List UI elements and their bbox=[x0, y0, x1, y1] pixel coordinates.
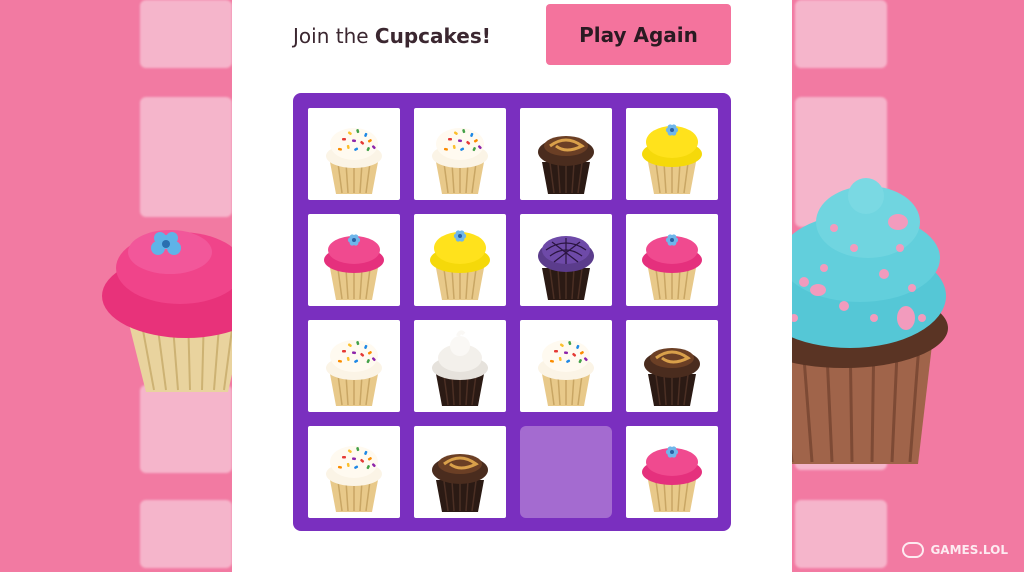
cupcake-tile-chocolate-swirl[interactable] bbox=[626, 320, 718, 412]
empty-tile[interactable] bbox=[520, 426, 612, 518]
cupcake-tile-pink-flower[interactable] bbox=[308, 214, 400, 306]
bg-tile bbox=[140, 0, 232, 68]
chocolate-swirl-cupcake-icon bbox=[538, 136, 594, 194]
chocolate-swirl-cupcake-icon bbox=[644, 348, 700, 406]
title-bold: Cupcakes! bbox=[374, 24, 491, 48]
bg-tile bbox=[795, 0, 887, 68]
cupcake-tile-vanilla-sprinkles[interactable] bbox=[308, 108, 400, 200]
page-title: Join the Cupcakes! bbox=[293, 21, 491, 51]
chocolate-swirl-cupcake-icon bbox=[432, 454, 488, 512]
vanilla-sprinkles-cupcake-icon bbox=[432, 128, 488, 194]
pink-flower-cupcake-icon bbox=[642, 234, 702, 300]
bg-tile bbox=[140, 500, 232, 568]
cupcake-tile-chocolate-swirl[interactable] bbox=[414, 426, 506, 518]
meringue-cupcake-icon bbox=[432, 330, 488, 406]
vanilla-sprinkles-cupcake-icon bbox=[326, 128, 382, 194]
cupcake-tile-chocolate-swirl[interactable] bbox=[520, 108, 612, 200]
title-prefix: Join the bbox=[293, 24, 375, 48]
cupcake-tile-vanilla-sprinkles[interactable] bbox=[308, 320, 400, 412]
vanilla-sprinkles-cupcake-icon bbox=[326, 446, 382, 512]
pink-flower-cupcake-icon bbox=[642, 446, 702, 512]
vanilla-sprinkles-cupcake-icon bbox=[538, 340, 594, 406]
puzzle-board bbox=[293, 93, 731, 531]
bg-tile bbox=[140, 97, 232, 217]
cupcake-tile-pink-flower[interactable] bbox=[626, 214, 718, 306]
gamepad-icon bbox=[902, 542, 925, 558]
purple-web-cupcake-icon bbox=[538, 236, 594, 300]
play-again-button[interactable]: Play Again bbox=[546, 4, 731, 65]
cupcake-tile-vanilla-sprinkles[interactable] bbox=[520, 320, 612, 412]
yellow-flower-cupcake-icon bbox=[430, 230, 490, 300]
cupcake-tile-meringue[interactable] bbox=[414, 320, 506, 412]
cupcake-tile-yellow-flower[interactable] bbox=[414, 214, 506, 306]
yellow-flower-cupcake-icon bbox=[642, 124, 702, 194]
pink-flower-cupcake-icon bbox=[324, 234, 384, 300]
vanilla-sprinkles-cupcake-icon bbox=[326, 340, 382, 406]
cupcake-tile-vanilla-sprinkles[interactable] bbox=[414, 108, 506, 200]
watermark: GAMES.LOL bbox=[902, 542, 1008, 558]
cupcake-tile-vanilla-sprinkles[interactable] bbox=[308, 426, 400, 518]
cupcake-tile-pink-flower[interactable] bbox=[626, 426, 718, 518]
cupcake-tile-purple-web[interactable] bbox=[520, 214, 612, 306]
bg-tile bbox=[795, 500, 887, 568]
watermark-text: GAMES.LOL bbox=[930, 543, 1008, 557]
cupcake-tile-yellow-flower[interactable] bbox=[626, 108, 718, 200]
